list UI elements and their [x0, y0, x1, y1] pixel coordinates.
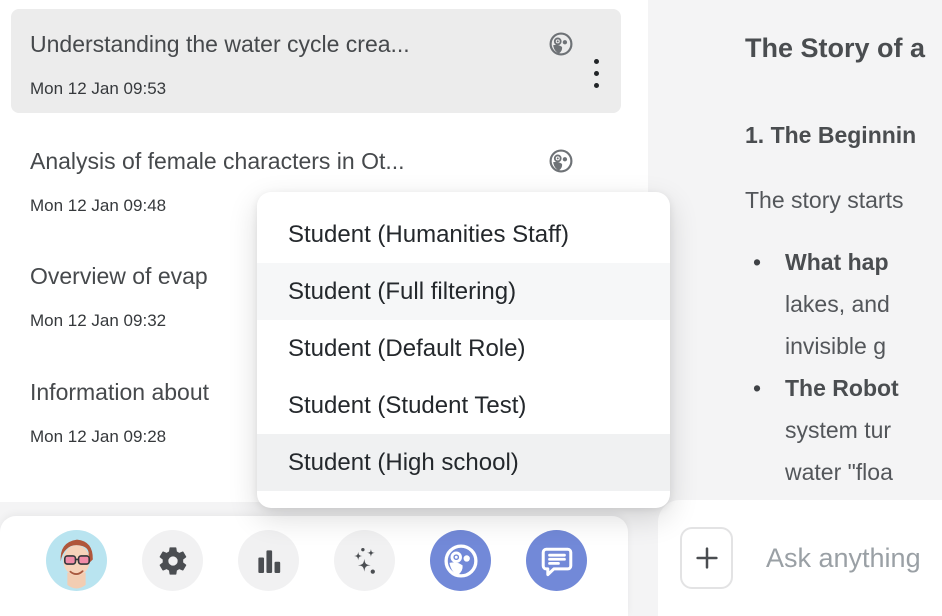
- bullet-list: • What hap lakes, and invisible g • The …: [745, 241, 942, 493]
- persona-face-icon: [548, 148, 574, 174]
- bullet-line: invisible g: [785, 325, 942, 367]
- list-item: • The Robot system tur water "floa: [745, 367, 942, 493]
- role-option-humanities-staff[interactable]: Student (Humanities Staff): [257, 206, 670, 263]
- chat-title: Understanding the water cycle crea...: [30, 29, 601, 59]
- ask-anything-input[interactable]: [766, 543, 942, 574]
- bottom-toolbar: [0, 516, 628, 616]
- bullet-marker: •: [753, 367, 761, 409]
- role-dropdown-menu: Student (Humanities Staff) Student (Full…: [257, 192, 670, 508]
- section-heading: 1. The Beginnin: [745, 121, 942, 149]
- user-avatar[interactable]: [46, 530, 107, 591]
- app-window: Understanding the water cycle crea... Mo…: [0, 0, 942, 616]
- document-title: The Story of a: [745, 31, 942, 65]
- persona-face-icon: [548, 31, 574, 57]
- list-item: • What hap lakes, and invisible g: [745, 241, 942, 367]
- chat-timestamp: Mon 12 Jan 09:53: [30, 79, 601, 99]
- bullet-line: The Robot: [785, 367, 942, 409]
- bullet-line: What hap: [785, 241, 942, 283]
- bullet-line: system tur: [785, 409, 942, 451]
- attach-plus-button[interactable]: [680, 527, 733, 589]
- sparkles-icon[interactable]: [334, 530, 395, 591]
- bullet-line: lakes, and: [785, 283, 942, 325]
- persona-face-icon[interactable]: [430, 530, 491, 591]
- chat-history-item[interactable]: Understanding the water cycle crea... Mo…: [11, 9, 621, 113]
- composer-bar: [658, 500, 942, 616]
- chat-bubble-icon[interactable]: [526, 530, 587, 591]
- bar-chart-icon[interactable]: [238, 530, 299, 591]
- settings-gear-icon[interactable]: [142, 530, 203, 591]
- intro-paragraph: The story starts: [745, 186, 942, 214]
- role-option-default-role[interactable]: Student (Default Role): [257, 320, 670, 377]
- bullet-marker: •: [753, 241, 761, 283]
- kebab-menu-icon[interactable]: [589, 53, 603, 93]
- role-option-full-filtering[interactable]: Student (Full filtering): [257, 263, 670, 320]
- chat-title: Analysis of female characters in Ot...: [30, 146, 601, 176]
- bullet-line: water "floa: [785, 451, 942, 493]
- role-option-high-school[interactable]: Student (High school): [257, 434, 670, 491]
- role-option-student-test[interactable]: Student (Student Test): [257, 377, 670, 434]
